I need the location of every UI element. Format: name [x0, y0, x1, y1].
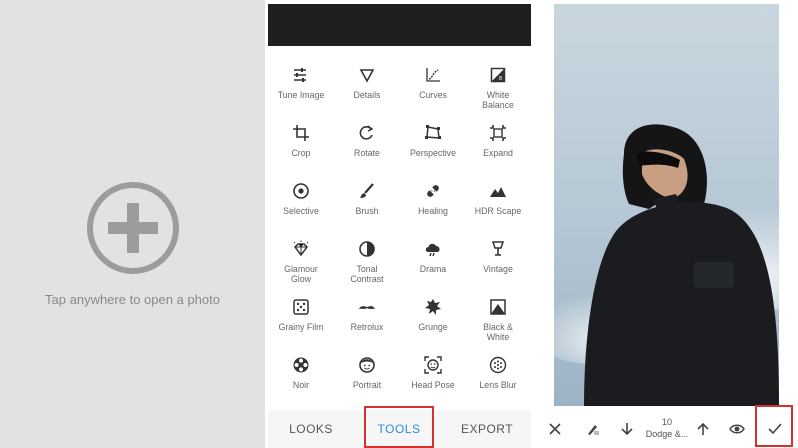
tool-label: Perspective — [410, 148, 456, 158]
tool-retrolux[interactable]: Retrolux — [334, 298, 400, 332]
tool-label: Portrait — [352, 380, 382, 390]
tool-healing[interactable]: Healing — [400, 182, 466, 216]
eye-icon — [729, 424, 745, 434]
tool-expand[interactable]: Expand — [465, 124, 531, 158]
tool-portrait[interactable]: Portrait — [334, 356, 400, 390]
brush-strength-value: 10 — [661, 417, 672, 427]
tool-label: Retrolux — [350, 322, 384, 332]
tool-grainy-film[interactable]: Grainy Film — [268, 298, 334, 332]
tool-head-pose[interactable]: Head Pose — [400, 356, 466, 390]
tab-export[interactable]: EXPORT — [452, 410, 522, 448]
tool-label: HDR Scape — [474, 206, 522, 216]
brush-eraser-icon — [588, 425, 599, 435]
bottom-tab-bar: LOOKS TOOLS EXPORT — [268, 410, 531, 448]
tool-drama[interactable]: Drama — [400, 240, 466, 274]
tool-details-triangle[interactable]: Details — [334, 66, 400, 100]
add-circle-icon[interactable] — [86, 181, 180, 275]
vintage-icon — [491, 241, 505, 256]
tool-label: Grunge — [418, 322, 448, 332]
view-mask-button[interactable] — [724, 410, 750, 448]
tool-label: Glamour Glow — [284, 264, 318, 284]
tool-selective[interactable]: Selective — [268, 182, 334, 216]
tool-label: Grainy Film — [278, 322, 324, 332]
tool-glamour-glow[interactable]: Glamour Glow — [268, 240, 334, 284]
photo-canvas[interactable] — [554, 4, 779, 406]
tool-label: Black & White — [483, 322, 513, 342]
tonal-contrast-icon — [359, 241, 375, 257]
editor-panel — [534, 0, 798, 448]
brush-strength-readout[interactable]: 10 Dodge &... — [638, 416, 696, 440]
healing-icon — [427, 185, 439, 197]
expand-icon — [490, 125, 506, 141]
crop-icon — [293, 125, 309, 141]
tool-label: Lens Blur — [479, 380, 517, 390]
tab-tools[interactable]: TOOLS — [364, 410, 434, 448]
noir-icon — [293, 357, 309, 373]
check-icon — [768, 423, 782, 435]
tool-label: Rotate — [354, 148, 380, 158]
tool-label: Healing — [418, 206, 448, 216]
tool-label: Crop — [291, 148, 311, 158]
edited-photo — [554, 4, 779, 406]
increase-arrow-icon — [697, 422, 709, 435]
rotate-icon — [359, 125, 374, 140]
drama-icon — [425, 243, 440, 257]
tool-brush[interactable]: Brush — [334, 182, 400, 216]
tool-rotate[interactable]: Rotate — [334, 124, 400, 158]
open-photo-area[interactable]: Tap anywhere to open a photo — [0, 0, 265, 448]
tab-looks[interactable]: LOOKS — [276, 410, 346, 448]
image-preview-strip — [268, 0, 531, 46]
tool-label: Noir — [292, 380, 310, 390]
portrait-icon — [359, 357, 375, 373]
black-white-icon — [490, 299, 506, 315]
tool-lens-blur[interactable]: Lens Blur — [465, 356, 531, 390]
apply-button[interactable] — [762, 410, 788, 448]
tool-tune[interactable]: Tune Image — [268, 66, 334, 100]
close-icon — [549, 423, 561, 435]
tool-label: Head Pose — [411, 380, 455, 390]
tool-black-white[interactable]: Black & White — [465, 298, 531, 342]
tool-noir[interactable]: Noir — [268, 356, 334, 390]
selective-icon — [293, 183, 309, 199]
perspective-icon — [425, 125, 441, 139]
tool-label: Tonal Contrast — [350, 264, 384, 284]
white-balance-icon: B — [490, 67, 506, 83]
decrease-arrow-icon — [621, 423, 633, 436]
tool-label: Drama — [419, 264, 447, 274]
tune-icon — [294, 68, 306, 82]
tool-vintage[interactable]: Vintage — [465, 240, 531, 274]
lens-blur-icon — [489, 356, 507, 374]
tool-label: Curves — [419, 90, 447, 100]
tool-crop[interactable]: Crop — [268, 124, 334, 158]
tool-tonal-contrast[interactable]: Tonal Contrast — [334, 240, 400, 284]
cancel-button[interactable] — [542, 410, 568, 448]
tool-curves[interactable]: Curves — [400, 66, 466, 100]
hdr-scape-icon — [490, 187, 506, 197]
tool-label: Brush — [355, 206, 379, 216]
tool-label: Tune Image — [277, 90, 325, 100]
tool-white-balance[interactable]: B White Balance — [465, 66, 531, 110]
brush-icon — [360, 183, 374, 198]
grunge-icon — [425, 299, 441, 315]
decrease-strength-button[interactable] — [616, 410, 638, 448]
tool-grunge[interactable]: Grunge — [400, 298, 466, 332]
tool-label: Vintage — [483, 264, 513, 274]
details-triangle-icon — [359, 69, 375, 83]
retrolux-icon — [359, 306, 375, 309]
tool-label: Expand — [483, 148, 513, 158]
grainy-film-icon — [293, 299, 309, 315]
tools-panel: Tune Image Details Curves B White Balance Cro… — [268, 0, 531, 448]
open-photo-prompt: Tap anywhere to open a photo — [45, 292, 220, 307]
tool-label: Selective — [283, 206, 319, 216]
tool-label: White Balance — [482, 90, 514, 110]
brush-mode-button[interactable] — [580, 410, 606, 448]
tool-perspective[interactable]: Perspective — [400, 124, 466, 158]
head-pose-icon — [424, 356, 442, 374]
brush-name: Dodge &... — [645, 429, 689, 439]
tool-hdr-scape[interactable]: HDR Scape — [465, 182, 531, 216]
tool-label: Details — [353, 90, 381, 100]
curves-icon — [426, 68, 440, 82]
glamour-glow-icon — [293, 240, 309, 257]
